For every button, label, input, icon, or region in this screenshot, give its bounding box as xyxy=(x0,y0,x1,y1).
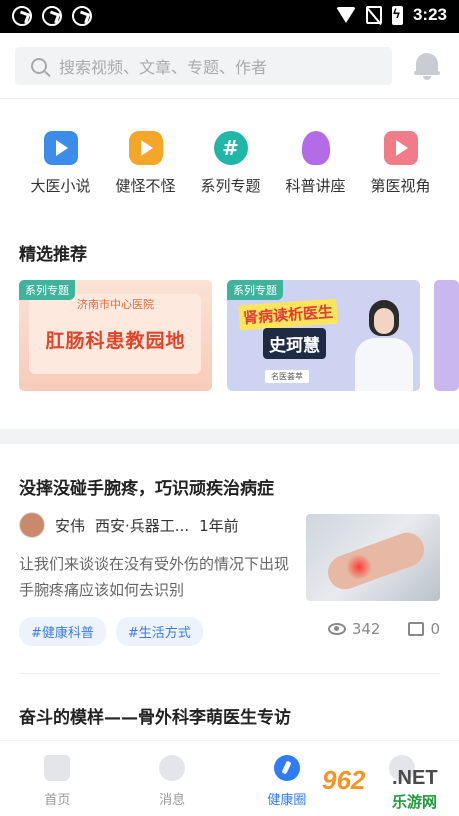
category-label: 第医视角 xyxy=(370,177,431,195)
card-footer: 名医荟萃 xyxy=(265,370,309,383)
post-time: 1年前 xyxy=(199,516,239,535)
no-sim-icon xyxy=(365,6,382,24)
category-label: 系列专题 xyxy=(200,177,261,195)
category-label: 大医小说 xyxy=(30,177,91,195)
article-title[interactable]: 没摔没碰手腕疼，巧识顽疾治病症 xyxy=(19,474,274,499)
video-play-icon xyxy=(43,131,78,165)
article-thumbnail[interactable] xyxy=(306,514,440,601)
article-description[interactable]: 让我们来谈谈在没有受外伤的情况下出现手腕疼痛应该如何去识别 xyxy=(19,551,291,603)
category-label: 健怪不怪 xyxy=(115,177,176,195)
author-name: 安伟 xyxy=(55,516,86,535)
nav-item-messages[interactable]: 消息 xyxy=(115,741,230,816)
section-title-featured: 精选推荐 xyxy=(19,245,87,265)
health-circle-icon xyxy=(273,755,300,781)
search-icon xyxy=(31,58,47,74)
article-meta: 安伟 西安·兵器工... 1年前 xyxy=(19,512,239,538)
view-count: 342 xyxy=(351,620,381,638)
featured-card-partial[interactable] xyxy=(434,280,459,391)
app-notification-icon xyxy=(12,6,32,26)
doctor-photo xyxy=(355,300,413,391)
comment-count: 0 xyxy=(430,620,440,638)
nav-item-home[interactable]: 首页 xyxy=(0,741,115,816)
lightbulb-icon xyxy=(301,131,330,165)
home-icon xyxy=(44,755,71,781)
comment-icon[interactable] xyxy=(408,622,425,636)
article-tags: #健康科普 #生活方式 xyxy=(19,617,203,646)
tv-play-icon xyxy=(128,131,163,165)
watermark-text: 乐游网 xyxy=(392,793,438,811)
watermark-number: 962 xyxy=(322,765,366,795)
app-notification-icon xyxy=(42,6,62,26)
section-divider xyxy=(0,429,459,444)
card-title: 肛肠科患教园地 xyxy=(45,330,186,352)
message-icon xyxy=(159,755,186,781)
featured-card[interactable]: 系列专题 济南市中心医院 肛肠科患教园地 xyxy=(19,280,212,391)
notification-bell-icon[interactable] xyxy=(414,51,440,81)
wifi-icon xyxy=(335,7,356,23)
eye-icon xyxy=(327,623,346,635)
search-input[interactable]: 搜索视频、文章、专题、作者 xyxy=(15,47,392,85)
screen-play-icon xyxy=(383,131,418,165)
category-item-daxiaoshuo[interactable]: 大医小说 xyxy=(18,131,103,201)
article-stats: 342 0 xyxy=(327,620,440,638)
category-item-perspective[interactable]: 第医视角 xyxy=(358,131,443,201)
nav-label: 首页 xyxy=(44,793,71,808)
tag-chip[interactable]: #健康科普 xyxy=(19,617,106,646)
clock: 3:23 xyxy=(412,5,447,24)
app-notification-icon xyxy=(72,6,92,26)
watermark-suffix: .NET xyxy=(392,767,438,789)
category-item-series[interactable]: # 系列专题 xyxy=(188,131,273,201)
card-title: 肾病读析医生 xyxy=(238,298,338,331)
featured-card[interactable]: 系列专题 肾病读析医生 史珂慧 名医荟萃 xyxy=(227,280,420,391)
notification-icons xyxy=(12,6,92,26)
card-subtitle: 济南市中心医院 xyxy=(77,298,154,311)
avatar[interactable] xyxy=(19,512,45,538)
battery-charging-icon xyxy=(391,5,403,25)
site-watermark-logo: 962 .NET 乐游网 xyxy=(322,765,459,813)
nav-label: 健康圈 xyxy=(267,793,307,808)
search-placeholder: 搜索视频、文章、专题、作者 xyxy=(59,58,268,77)
hashtag-icon: # xyxy=(213,131,248,165)
author-affiliation: 西安·兵器工... xyxy=(95,516,190,535)
doctor-name: 史珂慧 xyxy=(263,328,326,359)
series-badge: 系列专题 xyxy=(227,280,283,300)
article-title[interactable]: 奋斗的模样——骨外科李萌医生专访 xyxy=(19,703,291,728)
top-bar: 搜索视频、文章、专题、作者 xyxy=(0,33,459,99)
nav-label: 消息 xyxy=(159,793,186,808)
category-row: 大医小说 健怪不怪 # 系列专题 科普讲座 第医视角 xyxy=(18,131,443,201)
status-bar: 3:23 xyxy=(0,0,459,33)
category-item-jianguai[interactable]: 健怪不怪 xyxy=(103,131,188,201)
category-label: 科普讲座 xyxy=(285,177,346,195)
category-item-lecture[interactable]: 科普讲座 xyxy=(273,131,358,201)
tag-chip[interactable]: #生活方式 xyxy=(115,617,203,646)
divider xyxy=(19,673,440,674)
